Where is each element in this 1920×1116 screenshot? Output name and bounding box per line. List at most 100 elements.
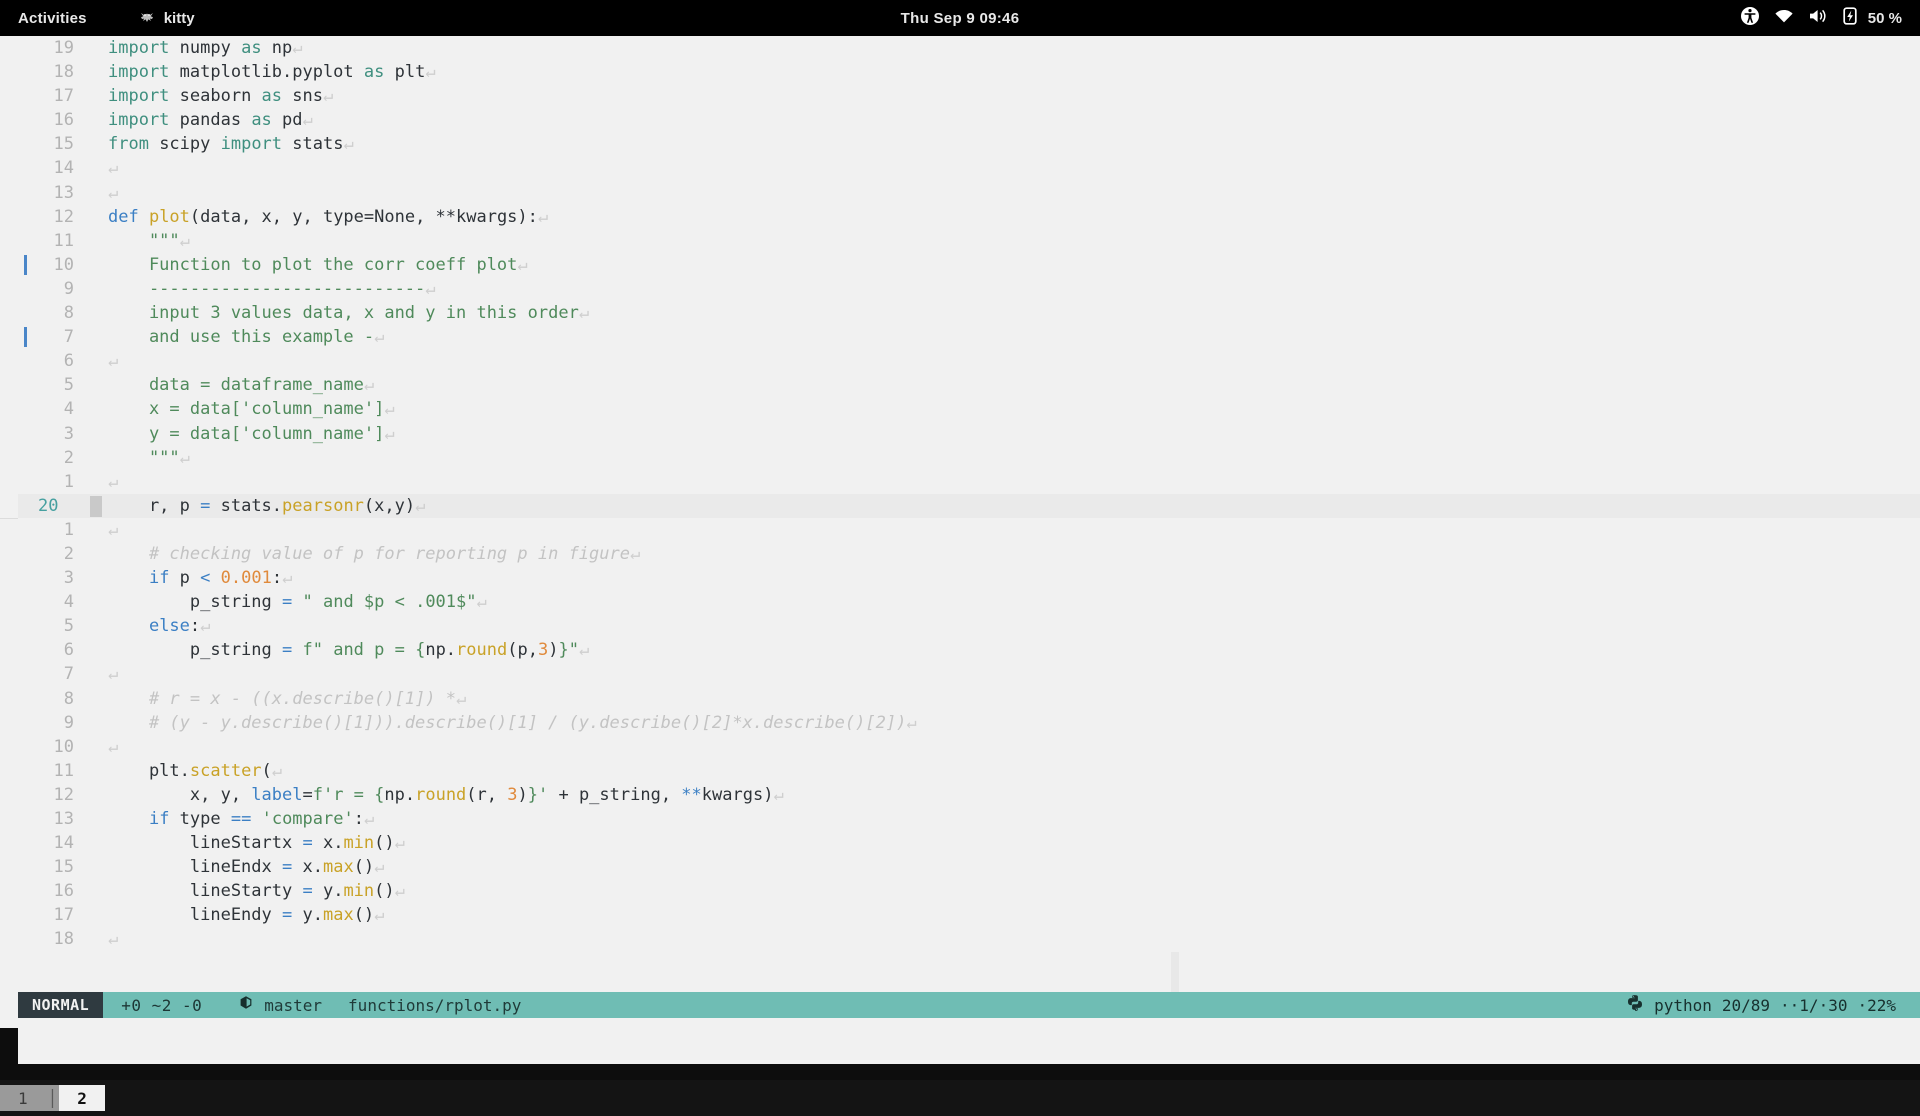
code-token: = bbox=[302, 833, 312, 853]
editor-line[interactable]: 11 plt.scatter(↵ bbox=[18, 759, 1920, 783]
kitty-terminal-window[interactable]: 19import numpy as np↵18import matplotlib… bbox=[0, 36, 1920, 1044]
editor-line[interactable]: 11 """↵ bbox=[18, 229, 1920, 253]
editor-line[interactable]: 18import matplotlib.pyplot as plt↵ bbox=[18, 60, 1920, 84]
code-text: input 3 values data, x and y in this ord… bbox=[108, 301, 1920, 325]
code-token: ↵ bbox=[323, 86, 333, 106]
editor-line[interactable]: 15 lineEndx = x.max()↵ bbox=[18, 855, 1920, 879]
code-token: p bbox=[169, 568, 200, 588]
editor-line[interactable]: 18↵ bbox=[18, 927, 1920, 951]
code-token: : bbox=[272, 568, 282, 588]
code-token: # (y - y.describe()[1])).describe()[1] /… bbox=[108, 713, 906, 733]
editor-line[interactable]: 10↵ bbox=[18, 735, 1920, 759]
line-number: 9 bbox=[32, 277, 74, 301]
editor-line[interactable]: 3 y = data['column_name']↵ bbox=[18, 422, 1920, 446]
code-token: ↵ bbox=[906, 713, 916, 733]
git-sign-marker bbox=[18, 132, 32, 156]
editor-line[interactable]: 7↵ bbox=[18, 662, 1920, 686]
line-number: 18 bbox=[32, 927, 74, 951]
code-token: f'r = { bbox=[313, 785, 385, 805]
editor-line[interactable]: 2 # checking value of p for reporting p … bbox=[18, 542, 1920, 566]
code-token: < bbox=[200, 568, 210, 588]
editor-line[interactable]: 12def plot(data, x, y, type=None, **kwar… bbox=[18, 205, 1920, 229]
statusline-column: ··1/·30 bbox=[1780, 996, 1847, 1015]
neovim-editor[interactable]: 19import numpy as np↵18import matplotlib… bbox=[0, 36, 1920, 1028]
editor-line[interactable]: 9 # (y - y.describe()[1])).describe()[1]… bbox=[18, 711, 1920, 735]
line-number: 2 bbox=[32, 446, 74, 470]
git-sign-marker bbox=[18, 422, 32, 446]
git-sign-marker bbox=[18, 807, 32, 831]
kitty-tab-bar[interactable]: 1│2 bbox=[0, 1080, 1920, 1116]
code-token: max bbox=[323, 857, 354, 877]
statusline-filetype: python bbox=[1654, 996, 1712, 1015]
kitty-tab-1[interactable]: 1 bbox=[0, 1085, 46, 1111]
editor-line[interactable]: 5 else:↵ bbox=[18, 614, 1920, 638]
code-text: ↵ bbox=[108, 181, 1920, 205]
git-sign-marker bbox=[18, 494, 32, 518]
line-number: 17 bbox=[32, 903, 74, 927]
code-text: p_string = " and $p < .001$"↵ bbox=[108, 590, 1920, 614]
code-token: + p_string, bbox=[548, 785, 681, 805]
editor-line[interactable]: 4 x = data['column_name']↵ bbox=[18, 397, 1920, 421]
clock[interactable]: Thu Sep 9 09:46 bbox=[0, 10, 1920, 27]
code-token: ↵ bbox=[108, 520, 118, 540]
git-sign-marker bbox=[18, 783, 32, 807]
editor-line[interactable]: 9 ---------------------------↵ bbox=[18, 277, 1920, 301]
editor-line[interactable]: 17 lineEndy = y.max()↵ bbox=[18, 903, 1920, 927]
editor-line[interactable]: 19import numpy as np↵ bbox=[18, 36, 1920, 60]
code-token: " and $p < .001$" bbox=[303, 592, 477, 612]
editor-line[interactable]: 17import seaborn as sns↵ bbox=[18, 84, 1920, 108]
editor-line[interactable]: 3 if p < 0.001:↵ bbox=[18, 566, 1920, 590]
volume-icon[interactable] bbox=[1808, 7, 1828, 29]
editor-bottom-pane[interactable]: 1↵2 # checking value of p for reporting … bbox=[18, 518, 1920, 952]
system-tray[interactable]: 50 % bbox=[1740, 6, 1902, 30]
statusline: NORMAL +0 ~2 -0 master functions/rplot.p… bbox=[18, 992, 1920, 1018]
editor-cursor-line[interactable]: 20 r, p = stats.pearsonr(x,y)↵ bbox=[18, 494, 1920, 518]
code-token: ↵ bbox=[108, 158, 118, 178]
editor-line[interactable]: 16 lineStarty = y.min()↵ bbox=[18, 879, 1920, 903]
editor-line[interactable]: 8 input 3 values data, x and y in this o… bbox=[18, 301, 1920, 325]
git-sign-marker bbox=[18, 397, 32, 421]
editor-line[interactable]: 10 Function to plot the corr coeff plot↵ bbox=[18, 253, 1920, 277]
code-token bbox=[108, 568, 149, 588]
code-token: ↵ bbox=[630, 544, 640, 564]
git-sign-marker bbox=[18, 36, 32, 60]
editor-line[interactable]: 13↵ bbox=[18, 181, 1920, 205]
editor-line[interactable]: 1↵ bbox=[18, 470, 1920, 494]
editor-line[interactable]: 14↵ bbox=[18, 156, 1920, 180]
code-token: label bbox=[251, 785, 302, 805]
statusline-position: 20/89 bbox=[1722, 996, 1770, 1015]
git-sign-marker bbox=[18, 903, 32, 927]
editor-line[interactable]: 15from scipy import stats↵ bbox=[18, 132, 1920, 156]
git-sign-marker bbox=[18, 325, 32, 349]
editor-line[interactable]: 13 if type == 'compare':↵ bbox=[18, 807, 1920, 831]
editor-line[interactable]: 8 # r = x - ((x.describe()[1]) *↵ bbox=[18, 687, 1920, 711]
code-token: (p, bbox=[507, 640, 538, 660]
battery-charging-icon[interactable] bbox=[1842, 6, 1858, 30]
code-token: x = data['column_name'] bbox=[108, 399, 384, 419]
code-text: from scipy import stats↵ bbox=[108, 132, 1920, 156]
editor-line[interactable]: 16import pandas as pd↵ bbox=[18, 108, 1920, 132]
code-token: p_string bbox=[108, 592, 282, 612]
editor-line[interactable]: 5 data = dataframe_name↵ bbox=[18, 373, 1920, 397]
accessibility-icon[interactable] bbox=[1740, 6, 1760, 30]
editor-top-pane[interactable]: 19import numpy as np↵18import matplotlib… bbox=[18, 36, 1920, 494]
editor-line[interactable]: 1↵ bbox=[18, 518, 1920, 542]
editor-line[interactable]: 14 lineStartx = x.min()↵ bbox=[18, 831, 1920, 855]
code-token: ↵ bbox=[579, 303, 589, 323]
git-sign-marker bbox=[18, 108, 32, 132]
git-sign-marker bbox=[18, 60, 32, 84]
code-token: ↵ bbox=[108, 737, 118, 757]
code-token: 3 bbox=[538, 640, 548, 660]
wifi-icon[interactable] bbox=[1774, 8, 1794, 28]
editor-line-current[interactable]: 20 r, p = stats.pearsonr(x,y)↵ bbox=[18, 494, 1920, 518]
code-token: = bbox=[302, 785, 312, 805]
git-sign-marker bbox=[18, 566, 32, 590]
editor-line[interactable]: 12 x, y, label=f'r = {np.round(r, 3)}' +… bbox=[18, 783, 1920, 807]
editor-line[interactable]: 2 """↵ bbox=[18, 446, 1920, 470]
kitty-tab-2[interactable]: 2 bbox=[59, 1085, 105, 1111]
editor-line[interactable]: 6 p_string = f" and p = {np.round(p,3)}"… bbox=[18, 638, 1920, 662]
code-text: ↵ bbox=[108, 156, 1920, 180]
editor-line[interactable]: 7 and use this example -↵ bbox=[18, 325, 1920, 349]
editor-line[interactable]: 4 p_string = " and $p < .001$"↵ bbox=[18, 590, 1920, 614]
editor-line[interactable]: 6↵ bbox=[18, 349, 1920, 373]
